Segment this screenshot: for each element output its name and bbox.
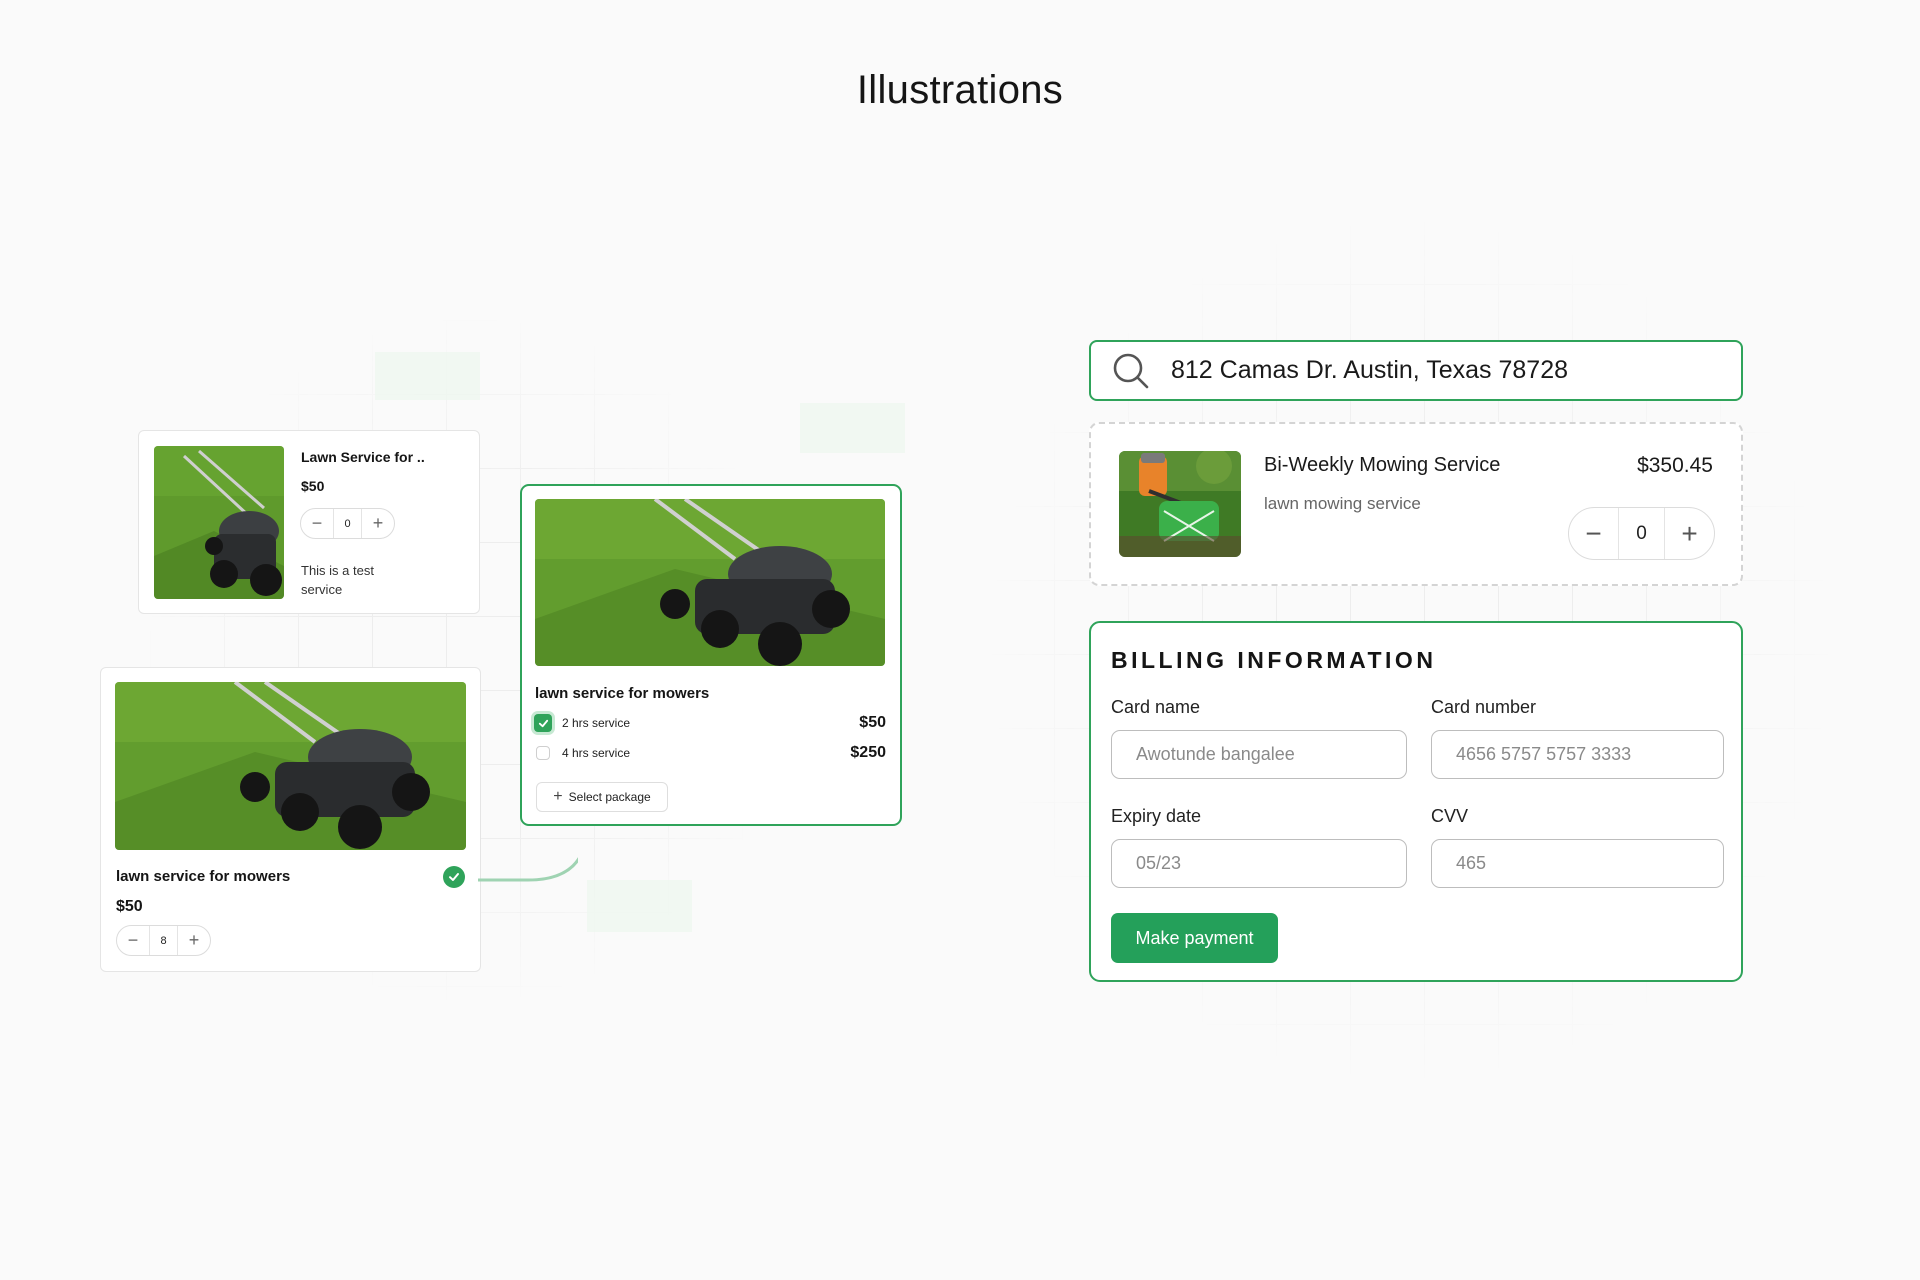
quantity-stepper[interactable]: − 8 + — [116, 925, 211, 956]
package-option[interactable]: 4 hrs service $250 — [534, 742, 886, 764]
service-title: Bi-Weekly Mowing Service — [1264, 454, 1501, 476]
service-card-selected[interactable]: lawn service for mowers $50 − 8 + — [100, 667, 481, 972]
increment-button[interactable]: + — [178, 926, 210, 955]
card-number-label: Card number — [1431, 697, 1537, 717]
service-title: Lawn Service for .. — [301, 449, 425, 465]
card-number-input[interactable] — [1431, 730, 1724, 779]
plus-icon: + — [553, 788, 563, 805]
background-tint — [587, 880, 692, 932]
billing-form: BILLING INFORMATION Card name Card numbe… — [1089, 621, 1743, 982]
connector-line — [478, 857, 578, 882]
lawn-mower-photo — [154, 446, 284, 599]
service-card-packages[interactable]: lawn service for mowers 2 hrs service $5… — [520, 484, 902, 826]
service-line-item[interactable]: Bi-Weekly Mowing Service lawn mowing ser… — [1089, 422, 1743, 586]
quantity-value: 0 — [333, 509, 362, 538]
decrement-button[interactable]: − — [301, 509, 333, 538]
service-price: $50 — [301, 478, 325, 494]
card-name-label: Card name — [1111, 697, 1201, 717]
select-package-button[interactable]: + Select package — [536, 782, 668, 812]
package-price: $50 — [859, 714, 886, 731]
make-payment-button[interactable]: Make payment — [1111, 913, 1278, 963]
package-label: 2 hrs service — [562, 716, 631, 730]
expiry-date-label: Expiry date — [1111, 806, 1202, 826]
background-tint — [375, 352, 480, 400]
increment-button[interactable]: + — [362, 509, 394, 538]
billing-title: BILLING INFORMATION — [1111, 647, 1437, 673]
search-input[interactable]: 812 Camas Dr. Austin, Texas 78728 — [1171, 356, 1568, 385]
service-title: lawn service for mowers — [535, 685, 710, 702]
quantity-stepper[interactable]: − 0 + — [300, 508, 395, 539]
decrement-button[interactable]: − — [117, 926, 149, 955]
address-search-bar[interactable]: 812 Camas Dr. Austin, Texas 78728 — [1089, 340, 1743, 401]
checkbox-checked[interactable] — [534, 714, 552, 732]
service-price: $50 — [116, 898, 143, 915]
decrement-button[interactable]: − — [1569, 508, 1618, 559]
quantity-value: 8 — [149, 926, 178, 955]
page-title: Illustrations — [856, 68, 1064, 112]
package-option[interactable]: 2 hrs service $50 — [534, 712, 886, 734]
quantity-stepper[interactable]: − 0 + — [1568, 507, 1715, 560]
service-card-small[interactable]: Lawn Service for .. $50 − 0 + This is a … — [138, 430, 480, 614]
mowing-photo — [1119, 451, 1241, 557]
quantity-value: 0 — [1618, 508, 1665, 559]
select-package-label: Select package — [568, 790, 651, 804]
service-description: This is a test service — [301, 563, 374, 597]
service-price: $350.45 — [1637, 454, 1713, 477]
lawn-mower-photo — [535, 499, 885, 666]
cvv-input[interactable] — [1431, 839, 1724, 888]
cvv-label: CVV — [1431, 806, 1469, 826]
expiry-date-input[interactable] — [1111, 839, 1407, 888]
service-subtitle: lawn mowing service — [1264, 494, 1421, 513]
package-price: $250 — [850, 744, 886, 761]
increment-button[interactable]: + — [1665, 508, 1714, 559]
service-title: lawn service for mowers — [116, 868, 291, 885]
check-circle-icon — [443, 866, 465, 888]
checkbox-unchecked[interactable] — [536, 746, 550, 760]
search-icon — [1113, 353, 1149, 388]
package-label: 4 hrs service — [562, 746, 631, 760]
card-name-input[interactable] — [1111, 730, 1407, 779]
background-tint — [800, 403, 905, 453]
lawn-mower-photo — [115, 682, 466, 850]
